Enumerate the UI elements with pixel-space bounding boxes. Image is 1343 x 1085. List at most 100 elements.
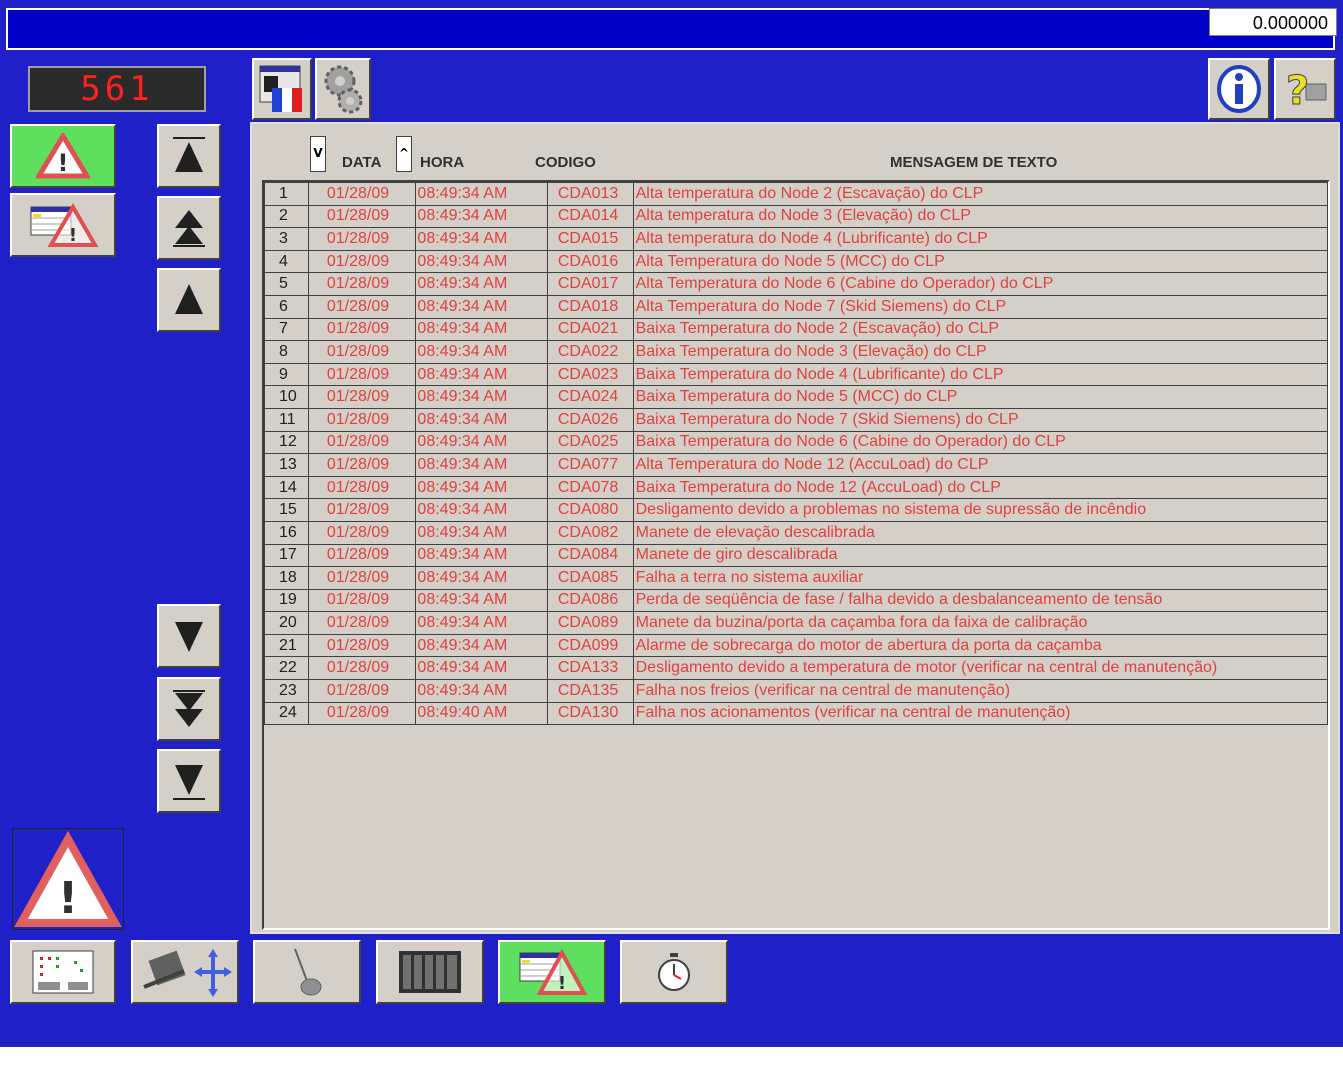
alarm-indicator: ! [12,828,124,930]
table-row[interactable]: 15 01/28/09 08:49:34 AM CDA080 Desligamento … [264,498,1328,522]
column-header-message[interactable]: MENSAGEM DE TEXTO [890,154,1057,171]
row-code: CDA086 [546,588,634,613]
table-row[interactable]: 12 01/28/09 08:49:34 AM CDA025 Baixa Tempera… [264,430,1328,455]
page-down-button[interactable] [157,677,221,741]
page-up-button[interactable] [157,196,221,260]
row-message: Perda de seqüência de fase / falha devid… [632,588,1328,613]
row-time: 08:49:34 AM [415,679,548,703]
svg-text:!: ! [558,973,566,994]
row-time: 08:49:34 AM [415,588,548,613]
row-time: 08:49:34 AM [415,182,548,206]
column-header-date[interactable]: DATA [342,154,381,171]
row-message: Manete da buzina/porta da caçamba fora d… [632,611,1328,635]
machine-motion-button[interactable] [131,940,239,1004]
large-warning-icon: ! [14,830,122,927]
table-row[interactable]: 18 01/28/09 08:49:34 AM CDA085 Falha a terra… [264,566,1328,590]
language-button[interactable] [252,58,312,120]
row-message: Falha nos acionamentos (verificar na cen… [632,701,1328,726]
sort-time-toggle[interactable]: ^ [396,136,412,172]
table-row[interactable]: 2 01/28/09 08:49:34 AM CDA014 Alta temperatu… [264,204,1328,229]
table-row[interactable]: 19 01/28/09 08:49:34 AM CDA086 Perda de seqü… [264,588,1328,613]
table-row[interactable]: 11 01/28/09 08:49:34 AM CDA026 Baixa Tempera… [264,407,1328,432]
row-number: 10 [264,385,309,409]
row-code: CDA018 [546,294,634,319]
row-code: CDA135 [546,679,634,703]
table-row[interactable]: 23 01/28/09 08:49:34 AM CDA135 Falha nos fre… [264,679,1328,703]
column-header-code[interactable]: CODIGO [535,154,596,171]
table-row[interactable]: 5 01/28/09 08:49:34 AM CDA017 Alta Temperatu… [264,272,1328,296]
alarm-table-icon: ! [30,203,99,247]
row-number: 2 [264,204,309,229]
row-number: 9 [264,362,309,387]
table-row[interactable]: 21 01/28/09 08:49:34 AM CDA099 Alarme de sob… [264,633,1328,658]
table-row[interactable]: 22 01/28/09 08:49:34 AM CDA133 Desligamento … [264,656,1328,681]
row-code: CDA023 [546,362,634,387]
timer-button[interactable] [620,940,728,1004]
row-date: 01/28/09 [307,340,417,364]
table-row[interactable]: 10 01/28/09 08:49:34 AM CDA024 Baixa Tempera… [264,385,1328,409]
io-status-button[interactable] [10,940,116,1004]
row-code: CDA025 [546,430,634,455]
scroll-bottom-button[interactable] [157,749,221,813]
row-time: 08:49:34 AM [415,317,548,342]
row-number: 11 [264,407,309,432]
table-row[interactable]: 24 01/28/09 08:49:40 AM CDA130 Falha nos aci… [264,701,1328,726]
active-alarms-button[interactable]: ! [10,124,116,188]
line-up-button[interactable] [157,268,221,332]
scroll-top-button[interactable] [157,124,221,188]
plc-rack-icon [399,951,461,993]
table-row[interactable]: 1 01/28/09 08:49:34 AM CDA013 Alta temperatu… [264,182,1328,206]
table-row[interactable]: 9 01/28/09 08:49:34 AM CDA023 Baixa Temperat… [264,362,1328,387]
row-message: Desligamento devido a problemas no siste… [632,498,1328,522]
arrow-up-icon [175,284,203,314]
plc-rack-button[interactable] [376,940,484,1004]
row-date: 01/28/09 [307,294,417,319]
row-message: Falha a terra no sistema auxiliar [632,566,1328,590]
table-row[interactable]: 3 01/28/09 08:49:34 AM CDA015 Alta temperatu… [264,227,1328,251]
row-time: 08:49:34 AM [415,633,548,658]
row-message: Alta Temperatura do Node 12 (AccuLoad) d… [632,453,1328,477]
row-time: 08:49:34 AM [415,498,548,522]
row-code: CDA022 [546,340,634,364]
table-row[interactable]: 17 01/28/09 08:49:34 AM CDA084 Manete de gir… [264,543,1328,568]
row-time: 08:49:34 AM [415,453,548,477]
row-date: 01/28/09 [307,249,417,274]
row-date: 01/28/09 [307,679,417,703]
row-number: 15 [264,498,309,522]
row-number: 18 [264,566,309,590]
alarms-nav-button[interactable]: ! [498,940,606,1004]
row-code: CDA085 [546,566,634,590]
row-message: Baixa Temperatura do Node 2 (Escavação) … [632,317,1328,342]
row-code: CDA099 [546,633,634,658]
table-row[interactable]: 4 01/28/09 08:49:34 AM CDA016 Alta Temperatu… [264,249,1328,274]
svg-text:!: ! [58,149,69,177]
lubrication-button[interactable] [253,940,361,1004]
column-header-time[interactable]: HORA [420,154,464,171]
table-row[interactable]: 8 01/28/09 08:49:34 AM CDA022 Baixa Temperat… [264,340,1328,364]
row-number: 8 [264,340,309,364]
row-time: 08:49:34 AM [415,204,548,229]
table-row[interactable]: 7 01/28/09 08:49:34 AM CDA021 Baixa Temperat… [264,317,1328,342]
row-date: 01/28/09 [307,475,417,500]
arrow-bottom-icon [173,765,205,800]
alarm-history-button[interactable]: ! [10,193,116,257]
row-code: CDA026 [546,407,634,432]
row-code: CDA130 [546,701,634,726]
line-down-button[interactable] [157,604,221,668]
info-button[interactable] [1208,58,1270,120]
row-message: Alta Temperatura do Node 5 (MCC) do CLP [632,249,1328,274]
table-row[interactable]: 6 01/28/09 08:49:34 AM CDA018 Alta Temperatu… [264,294,1328,319]
table-row[interactable]: 16 01/28/09 08:49:34 AM CDA082 Manete de ele… [264,520,1328,545]
settings-button[interactable] [315,58,371,120]
row-date: 01/28/09 [307,656,417,681]
sort-date-toggle[interactable]: V [310,136,326,172]
row-message: Falha nos freios (verificar na central d… [632,679,1328,703]
table-row[interactable]: 14 01/28/09 08:49:34 AM CDA078 Baixa Tempera… [264,475,1328,500]
table-row[interactable]: 13 01/28/09 08:49:34 AM CDA077 Alta Temperat… [264,453,1328,477]
table-row[interactable]: 20 01/28/09 08:49:34 AM CDA089 Manete da buz… [264,611,1328,635]
row-time: 08:49:34 AM [415,340,548,364]
row-time: 08:49:34 AM [415,520,548,545]
help-button[interactable]: ? [1274,58,1336,120]
row-code: CDA016 [546,249,634,274]
oil-can-icon [294,948,322,996]
